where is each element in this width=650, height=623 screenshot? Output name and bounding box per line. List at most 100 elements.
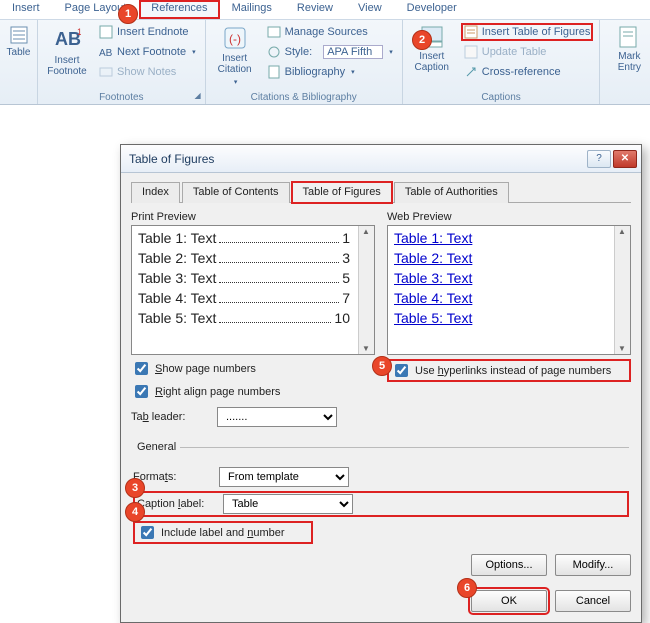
chevron-down-icon: ▾ — [351, 68, 355, 76]
tab-review[interactable]: Review — [285, 0, 346, 19]
show-page-numbers-label: Show page numbers — [155, 363, 256, 375]
scrollbar[interactable] — [358, 226, 374, 354]
ribbon-body: Table AB1 Insert Footnote Insert Endnote… — [0, 20, 650, 104]
tab-developer[interactable]: Developer — [395, 0, 470, 19]
modify-button[interactable]: Modify... — [555, 554, 631, 576]
dialog-tabs: Index Table of Contents Table of Figures… — [131, 181, 631, 203]
group-index: Mark Entry In — [600, 20, 650, 104]
manage-sources-icon — [267, 25, 281, 39]
next-footnote-label: Next Footnote — [117, 46, 186, 58]
tab-view[interactable]: View — [346, 0, 395, 19]
bibliography-label: Bibliography — [285, 66, 346, 78]
svg-text:1: 1 — [77, 27, 81, 37]
update-table-label: Update Table — [482, 46, 547, 58]
mark-entry-button[interactable]: Mark Entry — [606, 23, 650, 73]
group-citations: (-) Insert Citation ▾ Manage Sources Styl… — [206, 20, 403, 104]
manage-sources-button[interactable]: Manage Sources — [264, 23, 396, 41]
web-preview-link[interactable]: Table 3: Text — [394, 270, 606, 290]
caption-label-label: Caption label: — [137, 498, 217, 510]
next-footnote-icon: AB — [99, 45, 113, 59]
bibliography-button[interactable]: Bibliography ▾ — [264, 63, 396, 81]
use-hyperlinks-checkbox[interactable] — [395, 364, 408, 377]
footnote-icon: AB1 — [53, 25, 81, 53]
tab-leader-select[interactable]: ....... — [217, 407, 337, 427]
insert-footnote-label: Insert Footnote — [44, 55, 90, 77]
show-notes-icon — [99, 65, 113, 79]
citations-group-label: Citations & Bibliography — [212, 91, 396, 103]
dialog-table-of-figures: Table of Figures ? ✕ Index Table of Cont… — [120, 144, 642, 623]
right-align-row: Right align page numbers — [131, 382, 375, 401]
scrollbar[interactable] — [614, 226, 630, 354]
insert-endnote-button[interactable]: Insert Endnote — [96, 23, 199, 41]
dlgtab-index[interactable]: Index — [131, 182, 180, 203]
dialog-launcher-icon[interactable]: ◢ — [194, 91, 200, 100]
crossref-label: Cross-reference — [482, 66, 561, 78]
mark-entry-icon — [617, 25, 641, 49]
insert-table-of-figures-button[interactable]: Insert Table of Figures — [461, 23, 594, 41]
insert-caption-label: Insert Caption — [409, 51, 455, 73]
style-select[interactable]: Style: APA Fifth▾ — [264, 43, 396, 61]
include-label-row: Include label and number — [133, 521, 313, 544]
web-preview-label: Web Preview — [387, 211, 631, 223]
insert-citation-button[interactable]: (-) Insert Citation ▾ — [212, 23, 258, 88]
dialog-titlebar[interactable]: Table of Figures ? ✕ — [121, 145, 641, 173]
tab-insert[interactable]: Insert — [0, 0, 53, 19]
options-button[interactable]: Options... — [471, 554, 547, 576]
badge-4: 4 — [125, 502, 145, 522]
insert-footnote-button[interactable]: AB1 Insert Footnote — [44, 23, 90, 77]
caption-label-row: Caption label: Table — [133, 491, 629, 517]
tab-references[interactable]: References — [139, 0, 219, 19]
cancel-button[interactable]: Cancel — [555, 590, 631, 612]
print-preview-label: Print Preview — [131, 211, 375, 223]
tab-mailings[interactable]: Mailings — [220, 0, 285, 19]
web-preview-link[interactable]: Table 2: Text — [394, 250, 606, 270]
web-preview-link[interactable]: Table 5: Text — [394, 310, 606, 330]
show-notes-button[interactable]: Show Notes — [96, 63, 199, 81]
insert-tof-label: Insert Table of Figures — [482, 26, 591, 38]
update-icon — [464, 45, 478, 59]
close-button[interactable]: ✕ — [613, 150, 637, 168]
tab-leader-label: Tab leader: — [131, 411, 211, 423]
tof-icon — [464, 25, 478, 39]
print-preview-box: Table 1: Text1Table 2: Text3Table 3: Tex… — [131, 225, 375, 355]
help-button[interactable]: ? — [587, 150, 611, 168]
ribbon-tabs: Insert Page Layout References Mailings R… — [0, 0, 650, 20]
dlgtab-toc[interactable]: Table of Contents — [182, 182, 290, 203]
svg-text:(-): (-) — [229, 32, 241, 46]
style-label: Style: — [285, 46, 313, 58]
chevron-down-icon: ▾ — [192, 48, 196, 56]
dialog-title: Table of Figures — [129, 152, 585, 166]
style-value: APA Fifth — [323, 45, 383, 59]
web-preview-box: Table 1: TextTable 2: TextTable 3: TextT… — [387, 225, 631, 355]
update-table-button[interactable]: Update Table — [461, 43, 594, 61]
group-toc: Table — [0, 20, 38, 104]
ribbon: Insert Page Layout References Mailings R… — [0, 0, 650, 105]
include-label-text: Include label and number — [161, 527, 285, 539]
dlgtab-toa[interactable]: Table of Authorities — [394, 182, 509, 203]
toc-button[interactable]: Table — [6, 23, 31, 58]
badge-5: 5 — [372, 356, 392, 376]
chevron-down-icon: ▾ — [234, 77, 238, 88]
use-hyperlinks-label: Use hyperlinks instead of page numbers — [415, 365, 611, 377]
next-footnote-button[interactable]: AB Next Footnote ▾ — [96, 43, 199, 61]
right-align-checkbox[interactable] — [135, 385, 148, 398]
include-label-checkbox[interactable] — [141, 526, 154, 539]
show-notes-label: Show Notes — [117, 66, 176, 78]
badge-3: 3 — [125, 478, 145, 498]
cross-reference-button[interactable]: Cross-reference — [461, 63, 594, 81]
web-preview-link[interactable]: Table 1: Text — [394, 230, 606, 250]
caption-label-select[interactable]: Table — [223, 494, 353, 514]
use-hyperlinks-row: Use hyperlinks instead of page numbers — [387, 359, 631, 382]
badge-2: 2 — [412, 30, 432, 50]
dlgtab-tof[interactable]: Table of Figures — [292, 182, 392, 203]
insert-citation-label: Insert Citation — [212, 53, 258, 75]
general-legend: General — [133, 441, 180, 453]
formats-select[interactable]: From template — [219, 467, 349, 487]
footnotes-group-label: Footnotes◢ — [44, 91, 199, 103]
endnote-icon — [99, 25, 113, 39]
show-page-numbers-checkbox[interactable] — [135, 362, 148, 375]
ok-button[interactable]: OK — [471, 590, 547, 612]
web-preview-link[interactable]: Table 4: Text — [394, 290, 606, 310]
print-preview-row: Table 5: Text10 — [138, 310, 350, 330]
show-page-numbers-row: Show page numbers — [131, 359, 375, 378]
